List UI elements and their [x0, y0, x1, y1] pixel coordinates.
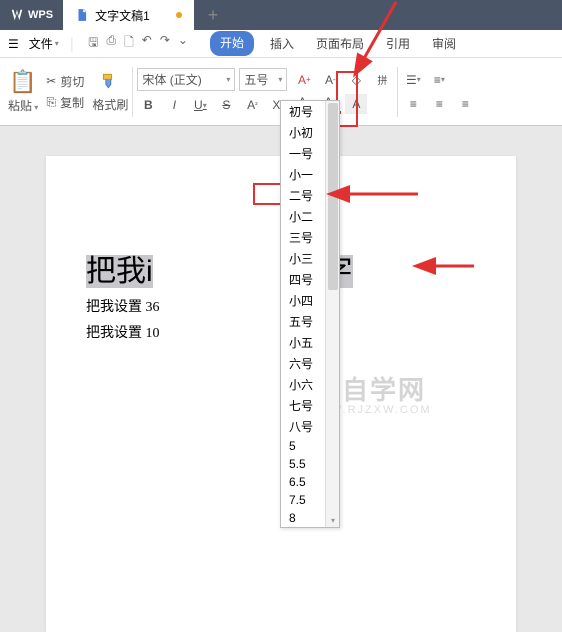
undo-icon[interactable]: ↶ — [142, 33, 152, 54]
tab-page-layout[interactable]: 页面布局 — [310, 31, 370, 56]
menu-tabs: 开始 插入 页面布局 引用 审阅 — [210, 31, 462, 56]
print-icon[interactable]: ⎙ — [107, 33, 117, 54]
strike-button[interactable]: S — [215, 95, 237, 115]
preview-icon[interactable]: 🗋 — [124, 33, 134, 54]
bullets-button[interactable]: ☰▾ — [402, 70, 424, 90]
quick-toolbar: 🖫 ⎙ 🗋 ↶ ↷ ⌄ — [80, 33, 196, 54]
align-left-button[interactable]: ≡ — [402, 94, 424, 114]
char-shading-button[interactable]: A — [345, 94, 367, 114]
copy-label: 复制 — [60, 94, 84, 111]
format-brush-label: 格式刷 — [92, 96, 128, 113]
font-increase-button[interactable]: A+ — [293, 70, 315, 90]
format-brush-button[interactable]: 格式刷 — [92, 71, 128, 113]
file-menu-label: 文件 — [29, 35, 53, 52]
scroll-down-arrow-icon[interactable]: ▾ — [326, 513, 340, 527]
phonetic-button[interactable]: 拼 — [371, 70, 393, 90]
chevron-down-icon: ▾ — [226, 75, 230, 84]
chevron-down-icon: ▾ — [278, 75, 282, 84]
font-size-value: 五号 — [244, 71, 268, 88]
bold-button[interactable]: B — [137, 95, 159, 115]
title-bar: WPS 文字文稿1 + — [0, 0, 562, 30]
paste-button[interactable]: 📋 粘贴 ▾ — [8, 69, 38, 114]
cut-button[interactable]: ✂ 剪切 — [46, 73, 84, 90]
redo-icon[interactable]: ↷ — [160, 33, 170, 54]
font-decrease-button[interactable]: A- — [319, 70, 341, 90]
tab-review[interactable]: 审阅 — [426, 31, 462, 56]
cut-label: 剪切 — [60, 73, 84, 90]
align-center-button[interactable]: ≡ — [428, 94, 450, 114]
superscript-button[interactable]: A² — [241, 95, 263, 115]
clear-format-button[interactable]: ◇ — [345, 70, 367, 90]
hamburger-icon[interactable]: ☰ — [8, 37, 19, 51]
save-icon[interactable]: 🖫 — [88, 33, 98, 54]
document-tab[interactable]: 文字文稿1 — [63, 0, 194, 30]
paste-label: 粘贴 — [8, 99, 32, 113]
italic-button[interactable]: I — [163, 95, 185, 115]
underline-button[interactable]: U ▾ — [189, 95, 211, 115]
more-icon[interactable]: ⌄ — [178, 33, 188, 54]
copy-button[interactable]: ⎘ 复制 — [46, 94, 84, 111]
align-right-button[interactable]: ≡ — [454, 94, 476, 114]
format-brush-icon — [100, 71, 120, 94]
chevron-down-icon: ▾ — [55, 39, 59, 48]
numbering-button[interactable]: ≡▾ — [428, 70, 450, 90]
new-tab-button[interactable]: + — [194, 5, 233, 26]
font-size-select[interactable]: 五号 ▾ — [239, 68, 287, 91]
document-icon — [75, 8, 89, 22]
tab-start[interactable]: 开始 — [210, 31, 254, 56]
dropdown-scrollbar[interactable]: ▴ ▾ — [325, 101, 339, 527]
menu-bar: ☰ 文件 ▾ │ 🖫 ⎙ 🗋 ↶ ↷ ⌄ 开始 插入 页面布局 引用 审阅 — [0, 30, 562, 58]
scissors-icon: ✂ — [46, 74, 56, 88]
paste-icon: 📋 — [9, 69, 36, 95]
font-name-select[interactable]: 宋体 (正文) ▾ — [137, 68, 235, 91]
wps-logo: WPS — [0, 8, 63, 22]
document-tab-label: 文字文稿1 — [95, 7, 150, 24]
wps-app-icon — [10, 8, 24, 22]
copy-icon: ⎘ — [46, 95, 56, 110]
font-size-dropdown: ▴ ▾ 初号小初一号小一二号小二三号小三四号小四五号小五六号小六七号八号55.5… — [280, 100, 340, 528]
tab-insert[interactable]: 插入 — [264, 31, 300, 56]
scroll-thumb[interactable] — [328, 103, 338, 290]
selected-text-before: 把我i — [86, 255, 153, 288]
tab-reference[interactable]: 引用 — [380, 31, 416, 56]
file-menu[interactable]: 文件 ▾ — [23, 35, 65, 52]
app-name-label: WPS — [28, 9, 53, 21]
font-name-value: 宋体 (正文) — [142, 71, 201, 88]
unsaved-dot-icon — [176, 12, 182, 18]
